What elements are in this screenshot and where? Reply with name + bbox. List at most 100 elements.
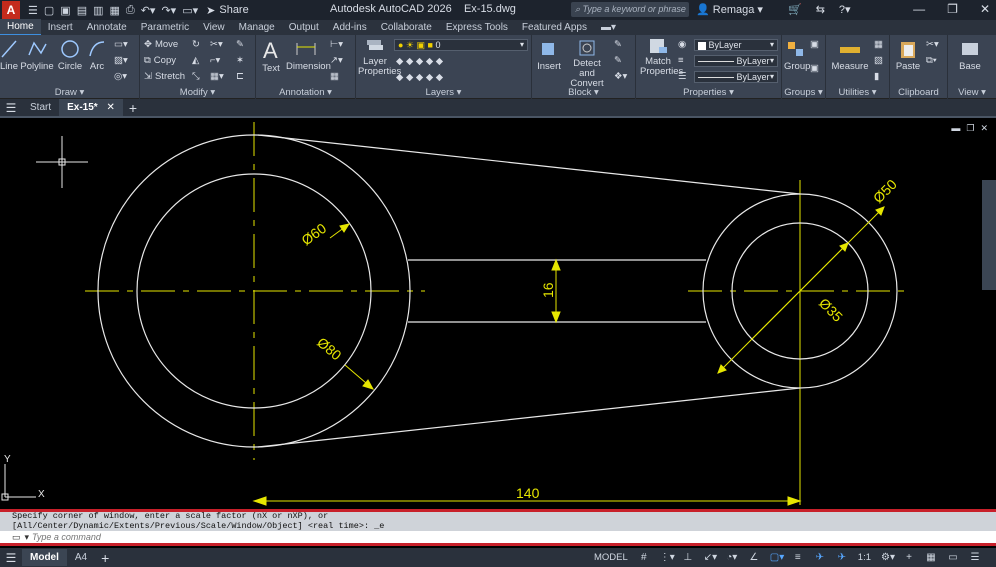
- panel-title-annotation[interactable]: Annotation ▾: [256, 87, 355, 98]
- snap-icon[interactable]: ⋮▾: [660, 552, 675, 563]
- save-as-icon[interactable]: ▥: [93, 4, 103, 17]
- workspace-gear-icon[interactable]: ⚙▾: [881, 552, 895, 563]
- infer-constraints-icon[interactable]: ⊥: [682, 552, 694, 563]
- circle-tool[interactable]: Circle: [57, 39, 83, 72]
- help-icon[interactable]: ?▾: [839, 3, 851, 16]
- viewport-minimize-icon[interactable]: ▬: [951, 123, 960, 134]
- tab-annotate[interactable]: Annotate: [80, 20, 134, 35]
- drawing-svg[interactable]: Ø60 Ø80 Ø50 Ø35 16 140 Y X: [0, 120, 996, 509]
- object-snap-tracking-icon[interactable]: ∠: [748, 552, 760, 563]
- viewport-restore-icon[interactable]: ❐: [966, 123, 974, 134]
- layer-properties-tool[interactable]: Layer Properties: [358, 37, 401, 77]
- close-tab-icon[interactable]: ✕: [106, 102, 114, 113]
- layer-tools-row-2[interactable]: ◆ ◆ ◆ ◆ ◆: [396, 72, 443, 83]
- model-space-toggle[interactable]: MODEL: [594, 552, 628, 563]
- tab-view[interactable]: View: [196, 20, 232, 35]
- rectangle-icon[interactable]: ▭▾: [114, 39, 128, 50]
- measure-tool[interactable]: Measure: [830, 39, 870, 72]
- annotation-monitor-icon[interactable]: +: [903, 552, 915, 563]
- detect-convert-tool[interactable]: Detect and Convert: [566, 39, 608, 89]
- base-tool[interactable]: Base: [956, 39, 984, 72]
- isodraft-icon[interactable]: ◔▾: [726, 552, 738, 563]
- linear-dim-icon[interactable]: ⊢▾: [330, 39, 343, 50]
- group-tool[interactable]: Group: [784, 39, 810, 72]
- restore-icon[interactable]: ❐: [947, 2, 958, 16]
- move-tool[interactable]: ✥ Move: [144, 39, 178, 50]
- lineweight-toggle-icon[interactable]: ≡: [792, 552, 804, 563]
- units-icon[interactable]: ▦: [925, 552, 937, 563]
- autocad-logo-icon[interactable]: A: [2, 1, 20, 19]
- close-icon[interactable]: ✕: [980, 2, 990, 16]
- annotation-scale[interactable]: 1:1: [858, 552, 871, 563]
- array-icon[interactable]: ▦▾: [210, 71, 224, 82]
- cut-icon[interactable]: ✂▾: [926, 39, 939, 50]
- block-create-icon[interactable]: ❖▾: [614, 71, 627, 82]
- connect-icon[interactable]: ⇆: [816, 3, 825, 16]
- annotation-visibility-icon[interactable]: ✈: [814, 552, 826, 563]
- scale-icon[interactable]: ⤡: [192, 71, 200, 82]
- panel-title-block[interactable]: Block ▾: [532, 87, 635, 98]
- color-wheel-icon[interactable]: ◉: [678, 39, 686, 50]
- new-file-icon[interactable]: ▢: [44, 4, 54, 17]
- file-tab-ex-15[interactable]: Ex-15* ✕: [59, 99, 123, 116]
- table-icon[interactable]: ▦: [330, 71, 339, 82]
- block-attrib-icon[interactable]: ✎: [614, 55, 622, 66]
- match-properties-tool[interactable]: Match Properties: [640, 37, 683, 77]
- user-account[interactable]: 👤 Remaga ▾: [696, 3, 763, 16]
- layout-tab-a4[interactable]: A4: [67, 549, 95, 566]
- tab-home[interactable]: Home: [0, 19, 41, 36]
- color-dropdown[interactable]: ByLayer ▾: [694, 39, 778, 51]
- block-edit-icon[interactable]: ✎: [614, 39, 622, 50]
- group-edit-icon[interactable]: ▣: [810, 63, 819, 74]
- offset-icon[interactable]: ⊏: [236, 71, 244, 82]
- hatch-icon[interactable]: ▨▾: [114, 55, 128, 66]
- trim-icon[interactable]: ✂▾: [210, 39, 223, 50]
- panel-title-layers[interactable]: Layers ▾: [356, 87, 531, 98]
- calculator-icon[interactable]: ▦: [874, 39, 883, 50]
- leader-icon[interactable]: ↗▾: [330, 55, 343, 66]
- fillet-icon[interactable]: ⌐▾: [210, 55, 220, 66]
- minimize-icon[interactable]: —: [913, 2, 925, 16]
- panel-title-groups[interactable]: Groups ▾: [782, 87, 825, 98]
- quick-select-icon[interactable]: ▧: [874, 55, 883, 66]
- layer-tools-row-1[interactable]: ◆ ◆ ◆ ◆ ◆: [396, 56, 443, 67]
- panel-title-draw[interactable]: Draw ▾: [0, 87, 139, 98]
- text-tool[interactable]: A Text: [260, 37, 282, 74]
- layout-tab-model[interactable]: Model: [22, 549, 67, 566]
- command-input[interactable]: [32, 532, 532, 542]
- file-tabs-menu-icon[interactable]: ☰: [0, 101, 22, 115]
- cart-icon[interactable]: 🛒: [788, 3, 802, 16]
- grid-icon[interactable]: #: [638, 552, 650, 563]
- arc-tool[interactable]: Arc: [86, 39, 108, 72]
- redo-icon[interactable]: ↷▾: [161, 4, 176, 17]
- erase-icon[interactable]: ✎: [236, 39, 244, 50]
- copy-clip-icon[interactable]: ⧉▾: [926, 55, 937, 66]
- clean-screen-icon[interactable]: ▭: [947, 552, 959, 563]
- viewport-close-icon[interactable]: ✕: [980, 123, 988, 134]
- region-icon[interactable]: ◎▾: [114, 71, 127, 82]
- id-point-icon[interactable]: ▮: [874, 71, 879, 82]
- web-mobile-icon[interactable]: ▦: [110, 4, 120, 17]
- customization-icon[interactable]: ☰: [969, 552, 981, 563]
- tab-featured-apps[interactable]: Featured Apps: [515, 20, 594, 35]
- tab-add-ins[interactable]: Add-ins: [326, 20, 374, 35]
- tab-collaborate[interactable]: Collaborate: [374, 20, 439, 35]
- tab-insert[interactable]: Insert: [41, 20, 80, 35]
- linetype-dropdown[interactable]: ByLayer ▾: [694, 55, 778, 67]
- open-folder-icon[interactable]: ▣: [60, 4, 70, 17]
- explode-icon[interactable]: ✶: [236, 55, 244, 66]
- print-icon[interactable]: ⎙: [126, 4, 135, 17]
- navigation-bar[interactable]: [982, 180, 996, 290]
- panel-title-view[interactable]: View ▾: [948, 87, 996, 98]
- panel-title-clipboard[interactable]: Clipboard: [890, 87, 947, 98]
- tab-manage[interactable]: Manage: [232, 20, 282, 35]
- copy-tool[interactable]: ⧉ Copy: [144, 55, 176, 66]
- tab-output[interactable]: Output: [282, 20, 326, 35]
- ungroup-icon[interactable]: ▣: [810, 39, 819, 50]
- new-layout-plus-icon[interactable]: +: [101, 550, 109, 566]
- paste-tool[interactable]: Paste: [894, 39, 922, 72]
- drawing-canvas[interactable]: Ø60 Ø80 Ø50 Ø35 16 140 Y X: [0, 120, 996, 509]
- search-input[interactable]: ⌕ Type a keyword or phrase: [571, 2, 689, 17]
- polar-tracking-icon[interactable]: ↙▾: [704, 552, 717, 563]
- list-icon[interactable]: ☰: [678, 71, 687, 82]
